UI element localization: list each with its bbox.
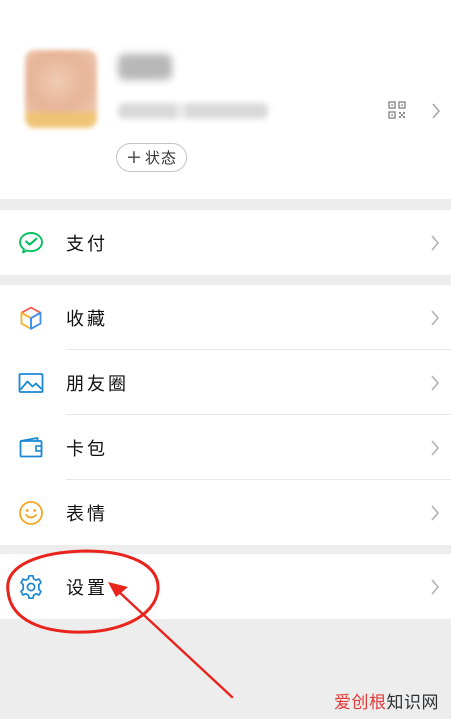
- smiley-icon: [19, 500, 43, 525]
- menu-group-pay: 支付: [0, 210, 451, 275]
- menu-group-main: 收藏 朋友圈 卡包 表情: [0, 285, 451, 545]
- profile-header[interactable]: + 状态: [0, 0, 451, 199]
- nickname-redacted: [118, 54, 172, 80]
- menu-item-pay-label: 支付: [66, 233, 108, 255]
- chevron-right-icon[interactable]: [431, 103, 441, 119]
- chevron-right-icon: [431, 374, 440, 391]
- wechat-id-redacted: [118, 103, 268, 119]
- menu-group-settings: 设置: [0, 554, 451, 619]
- chevron-right-icon: [431, 234, 440, 251]
- status-button-label: 状态: [144, 149, 177, 167]
- chevron-right-icon: [431, 309, 440, 326]
- favorites-cube-icon: [20, 306, 42, 330]
- menu-item-settings-label: 设置: [66, 577, 108, 599]
- qr-code-icon[interactable]: [388, 101, 406, 119]
- watermark: 爱创根知识网: [334, 688, 439, 713]
- menu-item-cards[interactable]: 卡包: [0, 415, 451, 480]
- menu-item-pay[interactable]: 支付: [0, 210, 451, 275]
- menu-item-favorites-label: 收藏: [66, 308, 108, 330]
- avatar[interactable]: [25, 50, 97, 128]
- menu-item-cards-label: 卡包: [66, 438, 108, 460]
- menu-item-stickers[interactable]: 表情: [0, 480, 451, 545]
- menu-item-favorites[interactable]: 收藏: [0, 285, 451, 350]
- chevron-right-icon: [431, 578, 440, 595]
- chevron-right-icon: [431, 504, 440, 521]
- card-wallet-icon: [19, 436, 43, 457]
- plus-icon: +: [126, 146, 143, 168]
- menu-item-moments-label: 朋友圈: [66, 373, 129, 395]
- watermark-site: 知识网: [386, 693, 439, 713]
- watermark-brand: 爱创根: [334, 693, 387, 713]
- add-status-button[interactable]: + 状态: [116, 143, 187, 172]
- moments-photo-icon: [18, 372, 44, 393]
- menu-item-moments[interactable]: 朋友圈: [0, 350, 451, 415]
- wechat-pay-icon: [19, 231, 43, 253]
- gear-icon: [20, 574, 42, 599]
- chevron-right-icon: [431, 439, 440, 456]
- menu-item-settings[interactable]: 设置: [0, 554, 451, 619]
- menu-item-stickers-label: 表情: [66, 503, 108, 525]
